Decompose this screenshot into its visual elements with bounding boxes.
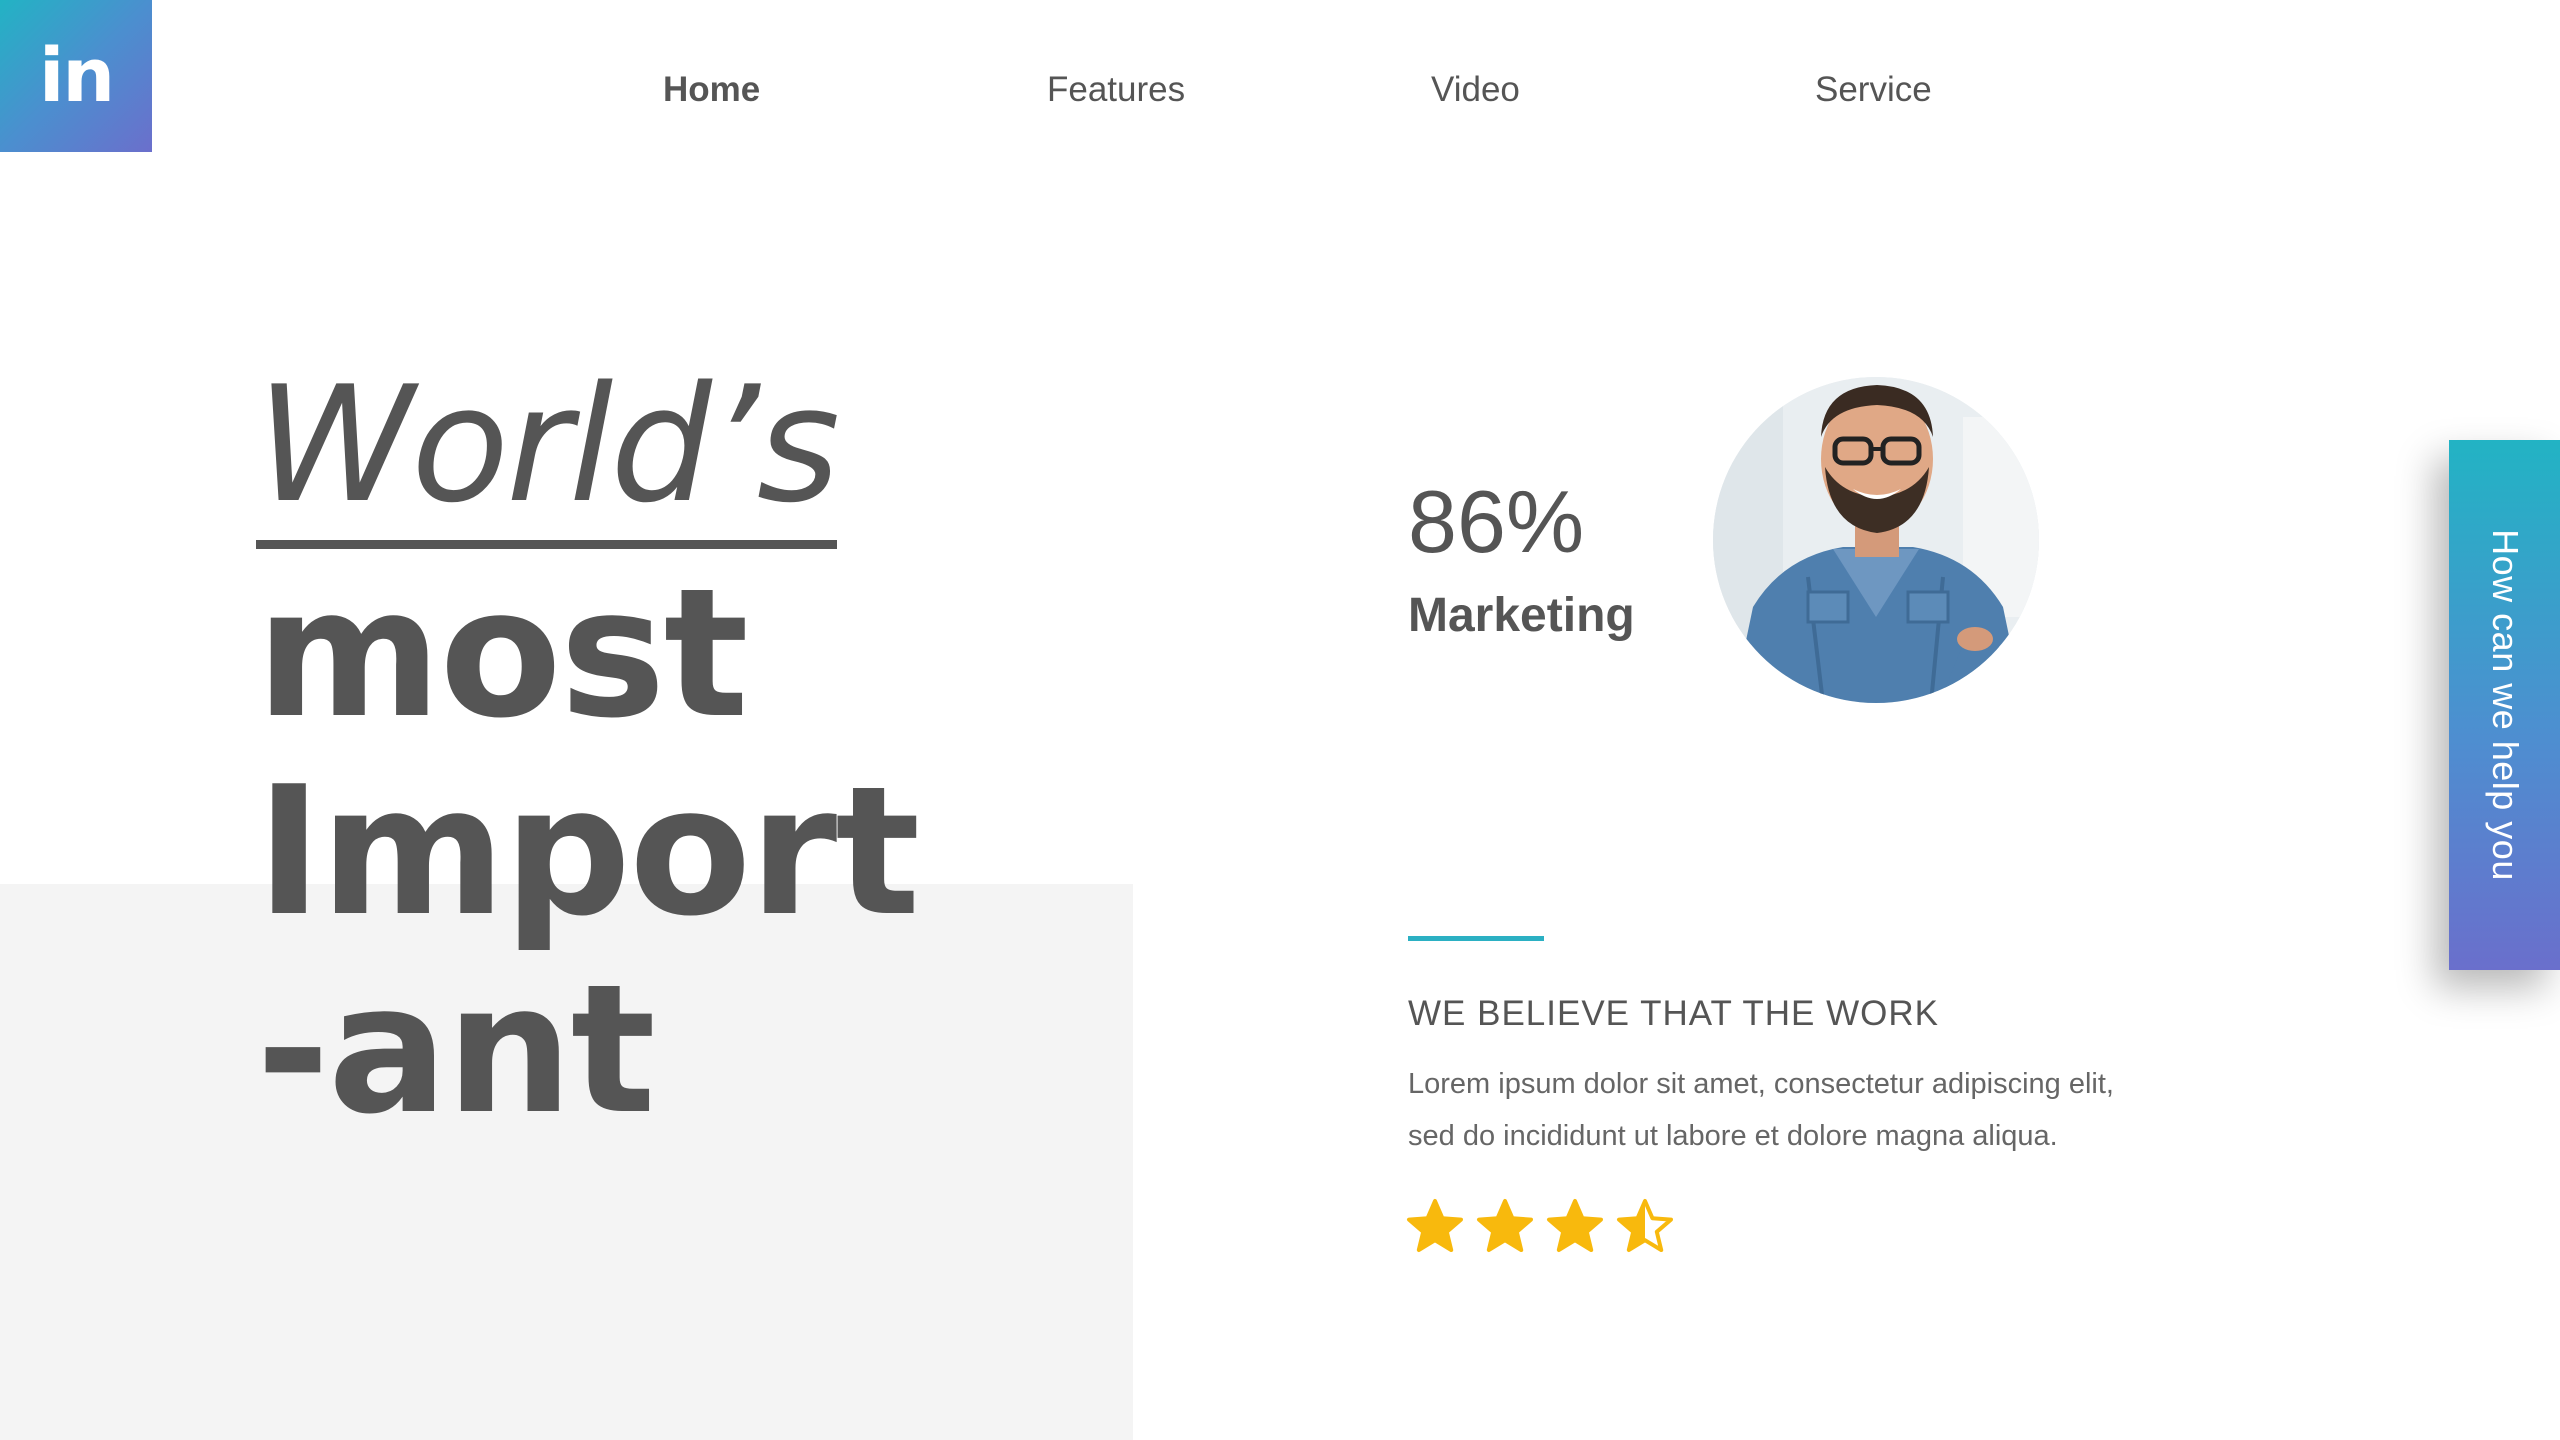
landing-page: in Home Features Video Service World’s m… <box>0 0 2560 1440</box>
nav-features-link[interactable]: Features <box>1047 70 1185 110</box>
hero-line-import: Import <box>256 748 920 955</box>
avatar <box>1713 377 2039 703</box>
accent-divider <box>1408 936 1544 941</box>
hero-line-worlds: World’s <box>256 350 840 549</box>
stat-percentage: 86% <box>1408 472 1585 571</box>
nav-home-link[interactable]: Home <box>663 70 760 110</box>
person-photo-icon <box>1713 377 2039 703</box>
nav-service-link[interactable]: Service <box>1815 70 1932 110</box>
nav-video-link[interactable]: Video <box>1431 70 1520 110</box>
top-navigation: Home Features Video Service <box>0 70 2560 126</box>
section-body: Lorem ipsum dolor sit amet, consectetur … <box>1408 1058 2248 1162</box>
hero-line-most: most <box>256 550 749 757</box>
star-full-icon <box>1477 1199 1533 1252</box>
body-line-1: Lorem ipsum dolor sit amet, consectetur … <box>1408 1068 2114 1100</box>
star-full-icon <box>1547 1199 1603 1252</box>
stat-label: Marketing <box>1408 589 1635 642</box>
body-line-2: sed do incididunt ut labore et dolore ma… <box>1408 1120 2058 1152</box>
star-full-icon <box>1407 1199 1463 1252</box>
help-side-tab[interactable]: How can we help you <box>2449 440 2560 970</box>
section-heading: WE BELIEVE THAT THE WORK <box>1408 994 1939 1033</box>
star-half-icon <box>1617 1199 1673 1252</box>
hero-line-ant: -ant <box>256 946 656 1153</box>
star-rating <box>1406 1198 1674 1258</box>
hero-heading: World’s most Import -ant <box>256 350 1156 1149</box>
help-tab-label: How can we help you <box>2484 529 2526 881</box>
